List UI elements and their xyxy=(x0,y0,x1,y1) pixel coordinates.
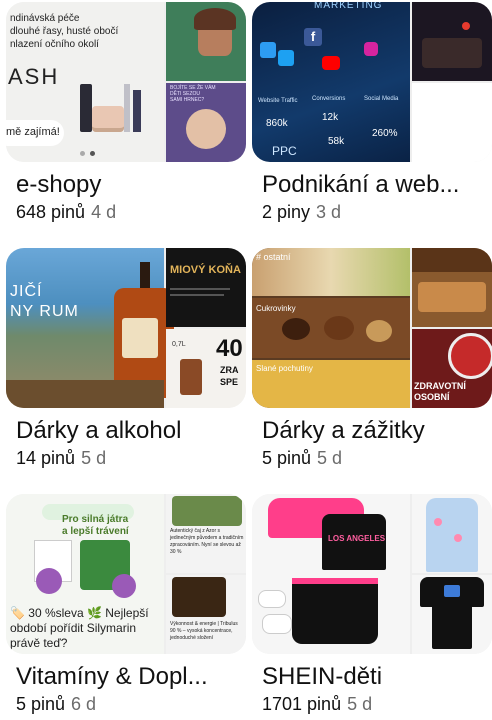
cover-side-image-bottom: BOJÍTE SE ŽE VÁM DĚTI SEZOU SAMI HRNEC? xyxy=(166,83,246,162)
cover-main-image: Pro silná játra a lepší trávení 🏷️ 30 %s… xyxy=(6,494,164,654)
board-title[interactable]: Dárky a zážitky xyxy=(262,417,492,445)
board-age: 6 d xyxy=(71,694,97,714)
board-meta: 2 piny 3 d xyxy=(262,202,341,223)
cover-side-image-bottom: 0,7L 40 ZRA SPE xyxy=(166,329,246,408)
board-title[interactable]: Dárky a alkohol xyxy=(16,417,246,445)
board-title[interactable]: Podnikání a web... xyxy=(262,171,492,199)
board-age: 4 d xyxy=(91,202,117,222)
board-title[interactable]: SHEIN-děti xyxy=(262,663,492,691)
cover-side-image-top xyxy=(412,494,492,573)
board-cover[interactable]: Pro silná játra a lepší trávení 🏷️ 30 %s… xyxy=(6,494,246,654)
board-title[interactable]: e-shopy xyxy=(16,171,246,199)
cover-side-image-bottom: Výkonnost & energie | Tribulus 90 % – vy… xyxy=(166,575,246,654)
board-meta: 5 pinů 5 d xyxy=(262,448,342,469)
board-meta: 14 pinů 5 d xyxy=(16,448,106,469)
pin-count: 14 pinů xyxy=(16,448,76,468)
cover-side-image-top xyxy=(412,248,492,327)
cover-side-image-bottom xyxy=(412,575,492,654)
cover-main-image: ndinávská péče dlouhé řasy, husté obočí … xyxy=(6,2,164,162)
board-age: 3 d xyxy=(316,202,342,222)
cover-main-image: MARKETING f Website Traffic Conversions … xyxy=(252,2,410,162)
cover-side-image-top: MIOVÝ KOŇA xyxy=(166,248,246,327)
board-cover[interactable]: MARKETING f Website Traffic Conversions … xyxy=(252,2,492,162)
board-cover[interactable]: # ostatní Cukrovinky Slané pochutiny ZDR… xyxy=(252,248,492,408)
pin-count: 1701 pinů xyxy=(262,694,342,714)
pin-count: 5 pinů xyxy=(16,694,66,714)
board-meta: 648 pinů 4 d xyxy=(16,202,116,223)
pin-count: 5 pinů xyxy=(262,448,312,468)
board-title[interactable]: Vitamíny & Dopl... xyxy=(16,663,246,691)
board-cover[interactable]: LOS ANGELES xyxy=(252,494,492,654)
board-cover[interactable]: JIČÍ NY RUM MIOVÝ KOŇA 0,7L 40 ZRA SPE xyxy=(6,248,246,408)
cover-main-image: LOS ANGELES xyxy=(252,494,410,654)
pin-count: 2 piny xyxy=(262,202,311,222)
cover-side-image-bottom: ZDRAVOTNÍ OSOBNÍ xyxy=(412,329,492,408)
cover-main-image: # ostatní Cukrovinky Slané pochutiny xyxy=(252,248,410,408)
cover-side-image-top xyxy=(166,2,246,81)
cover-side-image-top: Autentický čaj z Azor s jedinečným původ… xyxy=(166,494,246,573)
cover-main-image: JIČÍ NY RUM xyxy=(6,248,174,408)
pin-count: 648 pinů xyxy=(16,202,86,222)
board-cover[interactable]: ndinávská péče dlouhé řasy, husté obočí … xyxy=(6,2,246,162)
board-meta: 1701 pinů 5 d xyxy=(262,694,372,715)
board-age: 5 d xyxy=(317,448,343,468)
cover-side-image-bottom xyxy=(412,83,492,162)
board-age: 5 d xyxy=(347,694,373,714)
board-meta: 5 pinů 6 d xyxy=(16,694,96,715)
cover-side-image-top xyxy=(412,2,492,81)
board-age: 5 d xyxy=(81,448,107,468)
